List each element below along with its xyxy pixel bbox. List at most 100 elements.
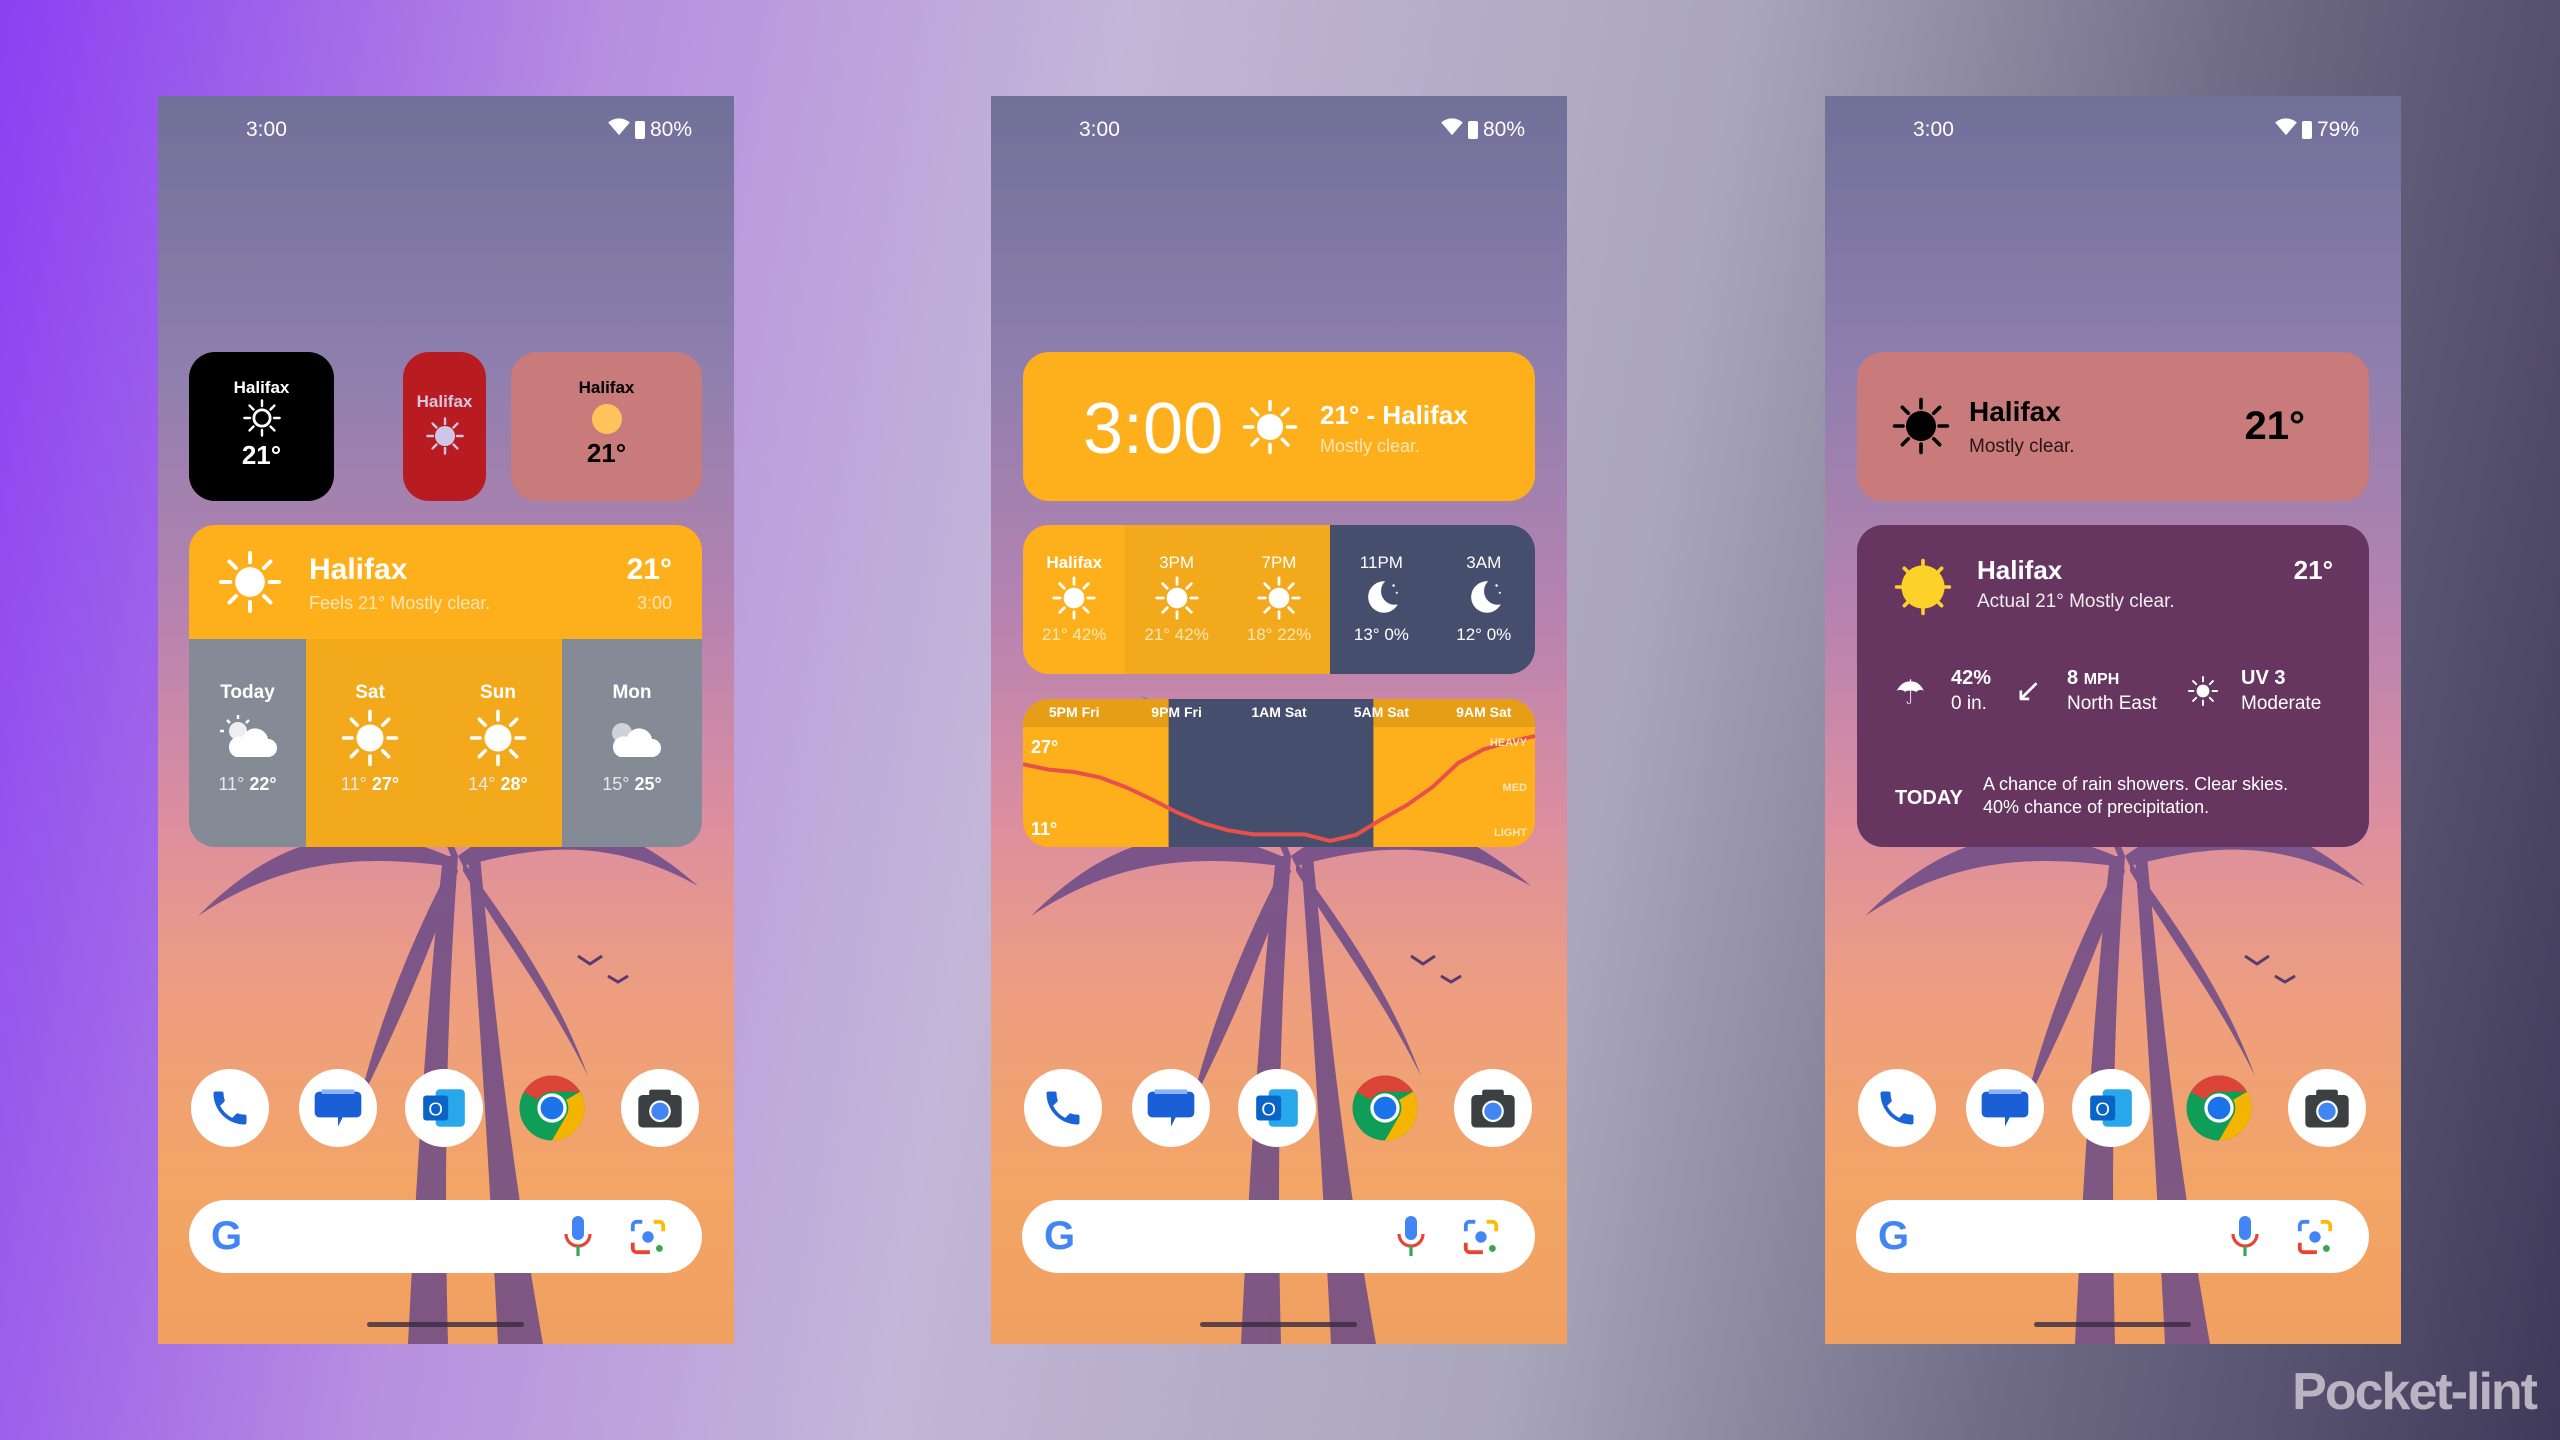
messages-icon [310, 1080, 366, 1136]
sun-icon [1125, 575, 1227, 621]
hourly-item[interactable]: Halifax 21° 42% [1023, 525, 1126, 674]
chrome-icon [1346, 1069, 1424, 1147]
pink-weather-widget[interactable]: Halifax 21° [511, 352, 702, 501]
app-messages[interactable] [299, 1069, 377, 1147]
app-outlook[interactable]: O [2072, 1069, 2150, 1147]
time-label: 5AM Sat [1353, 704, 1409, 720]
sun-icon [217, 549, 283, 620]
hour-label: 7PM [1261, 553, 1297, 572]
min-temp-label: 11° [1031, 819, 1058, 839]
widget-temp: 21° [2293, 555, 2333, 585]
precip-label: LIGHT [1494, 827, 1527, 839]
wind-speed: 8 [2067, 667, 2079, 689]
forecast-day-mon[interactable]: Mon 15° 25° [562, 639, 702, 847]
app-chrome[interactable] [513, 1069, 591, 1147]
microphone-icon[interactable] [1397, 1216, 1425, 1263]
simple-weather-widget[interactable]: Halifax Mostly clear. 21° [1857, 352, 2369, 501]
home-gesture-bar[interactable] [1200, 1322, 1357, 1327]
sun-icon [434, 708, 562, 768]
uv-value: UV 3 [2241, 667, 2286, 689]
google-lens-icon[interactable] [629, 1218, 667, 1261]
moon-icon [1330, 575, 1432, 621]
battery-percent: 80% [649, 118, 692, 141]
forecast-day-today[interactable]: Today 11° 22° [189, 639, 306, 847]
hour-temp: 21° [1041, 625, 1068, 644]
app-phone[interactable] [1024, 1069, 1102, 1147]
hour-label: 11PM [1359, 553, 1403, 572]
battery-percent: 80% [1482, 118, 1525, 141]
home-gesture-bar[interactable] [2034, 1322, 2191, 1327]
detail-weather-widget[interactable]: Halifax Actual 21° Mostly clear. 21° ☂ 4… [1857, 525, 2369, 847]
uv-level: Moderate [2241, 693, 2322, 714]
time-label: 1AM Sat [1251, 704, 1307, 720]
sun-icon [1023, 575, 1125, 621]
status-time: 3:00 [1079, 118, 1120, 141]
sun-icon [1228, 575, 1330, 621]
app-camera[interactable] [621, 1069, 699, 1147]
status-bar: 3:00 80% [158, 118, 734, 148]
app-phone[interactable] [1858, 1069, 1936, 1147]
hourly-weather-widget[interactable]: Halifax 21° 42% 3PM 21° 42% 7PM 18° 22% … [1023, 525, 1535, 674]
high-temp: 28° [500, 774, 528, 794]
google-search-bar[interactable]: G [1856, 1200, 2369, 1273]
hourly-item[interactable]: 11PM 13° 0% [1330, 525, 1433, 674]
hourly-item[interactable]: 7PM 18° 22% [1227, 525, 1331, 674]
wifi-icon [2275, 118, 2297, 142]
today-summary: A chance of rain showers. Clear skies. 4… [1983, 774, 2289, 818]
widget-temp: 21° [241, 440, 282, 470]
sun-icon [306, 708, 434, 768]
black-weather-widget[interactable]: Halifax 21° [189, 352, 334, 501]
svg-text:O: O [1261, 1098, 1276, 1119]
app-chrome[interactable] [2180, 1069, 2258, 1147]
day-label: Sun [480, 682, 516, 703]
app-camera[interactable] [1454, 1069, 1532, 1147]
max-temp-label: 27° [1031, 737, 1059, 757]
forecast-weather-widget[interactable]: Halifax Feels 21° Mostly clear. 21° 3:00… [189, 525, 702, 847]
google-search-bar[interactable]: G [189, 1200, 702, 1273]
battery-percent: 79% [2316, 118, 2359, 141]
google-search-bar[interactable]: G [1022, 1200, 1535, 1273]
low-temp: 11° [218, 774, 245, 794]
hour-precip: 42% [1072, 625, 1107, 644]
microphone-icon[interactable] [564, 1216, 592, 1263]
app-camera[interactable] [2288, 1069, 2366, 1147]
today-label: TODAY [1895, 787, 1963, 809]
widget-subtitle: Feels 21° Mostly clear. [309, 593, 491, 613]
wind-direction: North East [2067, 693, 2157, 714]
battery-icon [634, 121, 645, 139]
hourly-item[interactable]: 3AM 12° 0% [1432, 525, 1535, 674]
widget-temp: 21° [2244, 404, 2306, 448]
low-temp: 14° [468, 774, 496, 794]
home-gesture-bar[interactable] [367, 1322, 524, 1327]
forecast-day-sun[interactable]: Sun 14° 28° [434, 639, 562, 847]
app-outlook[interactable]: O [1238, 1069, 1316, 1147]
app-chrome[interactable] [1346, 1069, 1424, 1147]
precip-label: MED [1502, 782, 1527, 794]
day-label: Today [220, 682, 275, 703]
google-lens-icon[interactable] [1462, 1218, 1500, 1261]
app-outlook[interactable]: O [405, 1069, 483, 1147]
watermark-text: Pocket-lint [2292, 1363, 2538, 1421]
app-phone[interactable] [191, 1069, 269, 1147]
temperature-chart-widget[interactable]: 5PM Fri 9PM Fri 1AM Sat 5AM Sat 9AM Sat 27° … [1023, 699, 1535, 847]
red-weather-widget[interactable]: Halifax [403, 352, 486, 501]
microphone-icon[interactable] [2231, 1216, 2259, 1263]
status-bar: 3:00 79% [1825, 118, 2401, 148]
sun-dotted-icon [403, 416, 486, 461]
app-messages[interactable] [1966, 1069, 2044, 1147]
sun-outline-icon [189, 398, 334, 440]
night-band [1168, 699, 1374, 847]
hourly-item[interactable]: 3PM 21° 42% [1125, 525, 1228, 674]
low-temp: 11° [340, 774, 367, 794]
widget-city: Halifax [1969, 396, 2061, 427]
forecast-day-sat[interactable]: Sat 11° 27° [306, 639, 434, 847]
time-label: 9PM Fri [1151, 704, 1202, 720]
hour-temp: 18° [1246, 625, 1273, 644]
google-lens-icon[interactable] [2296, 1218, 2334, 1261]
svg-text:O: O [428, 1098, 443, 1119]
messages-icon [1143, 1080, 1199, 1136]
clock-weather-widget[interactable]: 3:00 21° - Halifax Mostly clear. [1023, 352, 1535, 501]
app-messages[interactable] [1132, 1069, 1210, 1147]
widget-city: Halifax [233, 378, 290, 397]
partly-cloudy-icon [189, 708, 306, 768]
